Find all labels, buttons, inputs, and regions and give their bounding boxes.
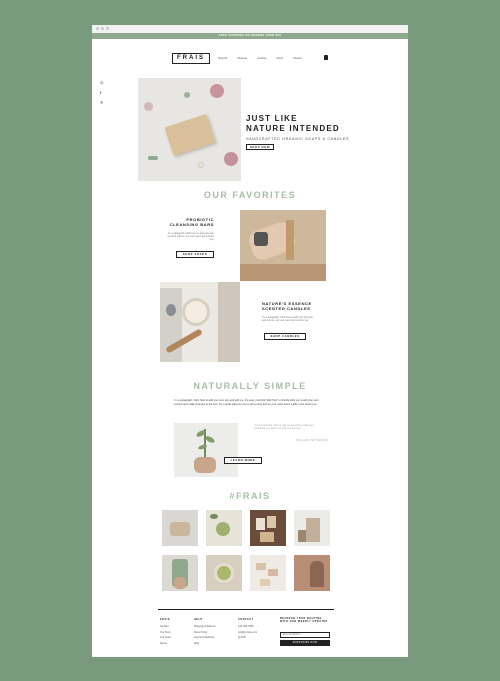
testimonial-author: WILLIAM PATTERSON xyxy=(296,439,328,442)
nav-link-shop-all[interactable]: Shop All xyxy=(218,57,227,60)
footer-col-help: HELP Shipping & Returns Store Policy Pay… xyxy=(194,618,216,646)
flower-image xyxy=(210,84,224,98)
newsletter-heading: REFRESH YOUR ROUTINE WITH OUR WEEKLY UPD… xyxy=(280,617,328,624)
instagram-photo[interactable] xyxy=(250,555,286,591)
soap-making-image xyxy=(240,210,326,281)
footer-link[interactable]: Stores xyxy=(160,641,171,646)
favorites-title: OUR FAVORITES xyxy=(203,190,297,200)
candle-image xyxy=(160,282,240,362)
naturally-simple-paragraph: I'm a paragraph. Click here to add your … xyxy=(174,399,319,406)
pinterest-icon[interactable]: ℗ xyxy=(243,635,245,639)
browser-chrome xyxy=(92,25,408,33)
pinterest-icon[interactable]: ℗ xyxy=(100,100,104,105)
hero-image xyxy=(138,78,241,181)
nav-link-about[interactable]: About xyxy=(276,57,283,60)
favorite-1-title: PROBIOTIC CLEANSING BARS xyxy=(169,217,214,227)
footer-social: ◎ f ℗ xyxy=(238,635,257,640)
site-logo[interactable]: FRAIS xyxy=(172,53,210,64)
shop-now-button[interactable]: SHOP NOW xyxy=(246,144,274,150)
window-dot-icon xyxy=(106,27,109,30)
nav-link-contact[interactable]: Contact xyxy=(293,57,302,60)
plant-hand-image xyxy=(174,423,238,477)
social-bar: ◎ f ℗ xyxy=(100,80,104,105)
learn-more-button[interactable]: LEARN MORE xyxy=(224,457,262,464)
testimonial-text: "I'm a testimonial. Click to edit me and… xyxy=(254,424,314,431)
main-nav: Shop All Cleanser Candles About Contact xyxy=(218,57,302,60)
hero-title: JUST LIKE NATURE INTENDED xyxy=(246,114,340,133)
instagram-photo[interactable] xyxy=(206,555,242,591)
footer-link[interactable]: FAQ xyxy=(194,641,216,646)
shop-soaps-button[interactable]: SHOP SOAPS xyxy=(176,251,214,258)
page-frame: FREE SHIPPING ON ORDERS OVER $50 FRAIS S… xyxy=(92,25,408,657)
leaf-image xyxy=(148,156,158,160)
nav-link-candles[interactable]: Candles xyxy=(257,57,266,60)
footer-link[interactable]: Our Team xyxy=(160,635,171,640)
shop-candles-button[interactable]: SHOP CANDLES xyxy=(264,333,306,340)
flower-image xyxy=(144,102,153,111)
favorite-2-title: NATURE'S ESSENCE SCENTED CANDLES xyxy=(262,301,312,311)
instagram-photo[interactable] xyxy=(206,510,242,546)
footer-col-contact: CONTACT 123-456-7890 info@mysite.com ◎ f… xyxy=(238,618,258,640)
instagram-photo[interactable] xyxy=(294,555,330,591)
instagram-photo[interactable] xyxy=(162,555,198,591)
nav-link-cleanser[interactable]: Cleanser xyxy=(237,57,247,60)
hero-section: JUST LIKE NATURE INTENDED HANDCRAFTED OR… xyxy=(138,78,360,181)
shopping-bag-icon[interactable] xyxy=(324,55,328,60)
hero-subtitle: HANDCRAFTED ORGANIC SOAPS & CANDLES xyxy=(246,137,350,141)
facebook-icon[interactable]: f xyxy=(100,90,104,95)
favorite-2-text: I'm a paragraph. Click here to add your … xyxy=(262,316,313,323)
footer-divider xyxy=(158,609,334,610)
soap-bar-image xyxy=(164,113,216,157)
footer-link[interactable]: Payment Methods xyxy=(194,635,216,640)
flower-image xyxy=(224,152,238,166)
window-dot-icon xyxy=(96,27,99,30)
site-header: FRAIS Shop All Cleanser Candles About Co… xyxy=(92,39,408,74)
newsletter-email-input[interactable]: Enter Email Here xyxy=(280,632,330,638)
instagram-photo[interactable] xyxy=(250,510,286,546)
favorite-1-text: I'm a paragraph. Click here to add your … xyxy=(167,232,214,242)
window-dot-icon xyxy=(101,27,104,30)
flower-image xyxy=(198,162,204,168)
instagram-icon[interactable]: ◎ xyxy=(100,80,104,85)
instagram-title: #FRAIS xyxy=(229,491,271,501)
leaf-image xyxy=(184,92,190,98)
subscribe-button[interactable]: SUBSCRIBE NOW xyxy=(280,640,330,646)
instagram-photo[interactable] xyxy=(294,510,330,546)
instagram-photo[interactable] xyxy=(162,510,198,546)
footer-col-frais: FRAIS Contact Our Story Our Team Stores xyxy=(160,618,171,646)
naturally-simple-title: NATURALLY SIMPLE xyxy=(193,381,307,391)
